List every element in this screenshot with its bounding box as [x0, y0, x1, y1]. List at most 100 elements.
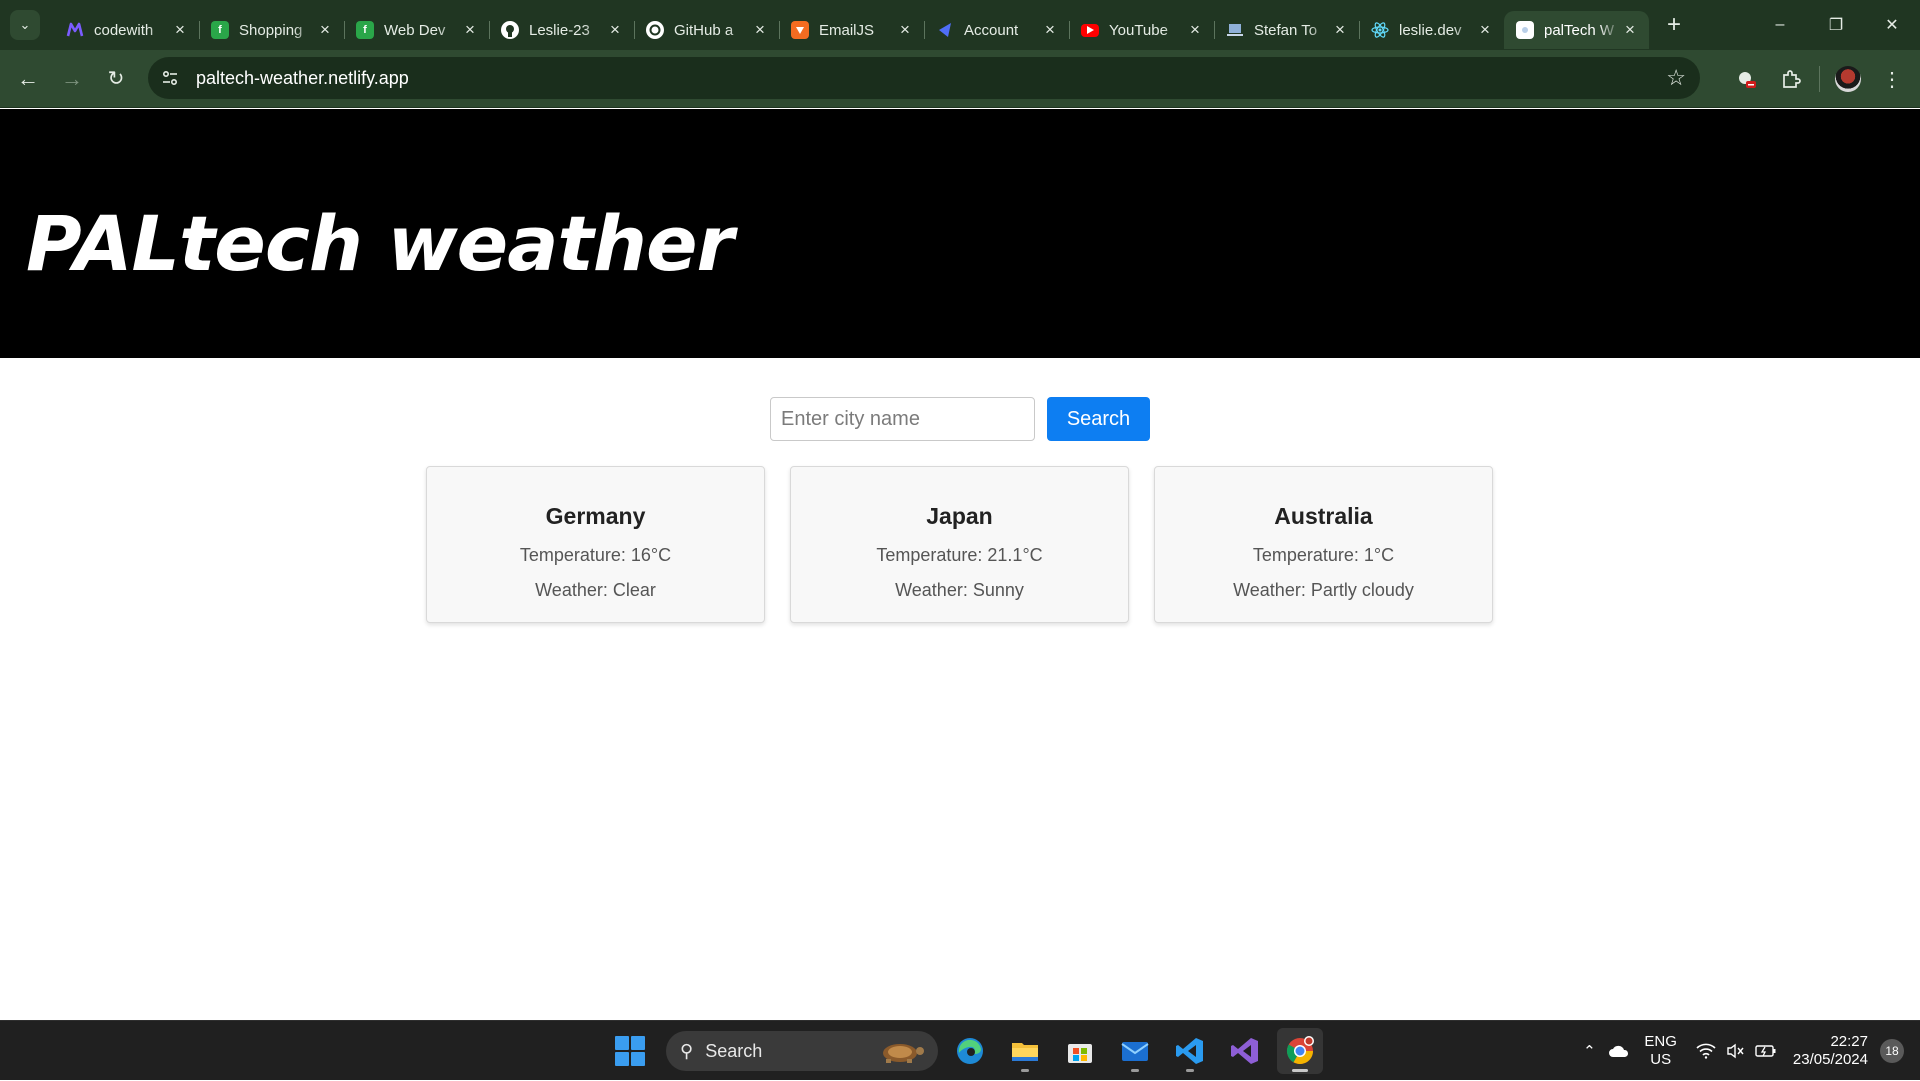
url-text[interactable]: paltech-weather.netlify.app	[196, 68, 409, 89]
volume-button[interactable]	[1721, 1036, 1751, 1066]
browser-tab[interactable]: f Shopping ×	[199, 11, 344, 49]
close-icon[interactable]: ×	[1621, 20, 1639, 39]
browser-tab[interactable]: leslie.dev ×	[1359, 11, 1504, 49]
taskbar-search-box[interactable]: ⚲ Search	[666, 1031, 938, 1071]
vscode-icon	[1176, 1038, 1203, 1064]
taskbar-app-vscode[interactable]	[1167, 1028, 1213, 1074]
browser-tab[interactable]: YouTube ×	[1069, 11, 1214, 49]
running-indicator	[1186, 1069, 1194, 1072]
file-explorer-icon	[1012, 1043, 1038, 1061]
card-weather: Weather: Partly cloudy	[1233, 580, 1414, 600]
taskbar-app-file-explorer[interactable]	[1002, 1028, 1048, 1074]
emailjs-icon	[791, 21, 809, 39]
taskbar-app-mail[interactable]	[1112, 1028, 1158, 1074]
browser-tab[interactable]: f Web Dev ×	[344, 11, 489, 49]
close-window-button[interactable]: ✕	[1864, 0, 1920, 50]
close-icon[interactable]: ×	[1476, 20, 1494, 39]
clock-date: 23/05/2024	[1792, 1051, 1868, 1068]
close-icon[interactable]: ×	[1186, 20, 1204, 39]
chevron-up-icon: ⌃	[1583, 1043, 1596, 1060]
taskbar-app-store[interactable]	[1057, 1028, 1103, 1074]
back-button[interactable]: ←	[8, 59, 48, 99]
wifi-button[interactable]	[1691, 1036, 1721, 1066]
tab-title: GitHub a	[674, 21, 734, 39]
reload-icon: ↻	[107, 68, 125, 90]
chrome-menu-button[interactable]: ⋮	[1870, 57, 1914, 101]
minimize-button[interactable]: –	[1752, 0, 1808, 50]
windows-logo-icon	[631, 1052, 645, 1066]
search-icon: ⚲	[680, 1040, 694, 1061]
reload-button[interactable]: ↻	[96, 59, 136, 99]
close-icon[interactable]: ×	[751, 20, 769, 39]
language-indicator[interactable]: ENG US	[1644, 1033, 1677, 1069]
browser-tab-active[interactable]: palTech W ×	[1504, 11, 1649, 49]
card-country: Japan	[926, 503, 993, 529]
browser-tab[interactable]: Leslie-23 ×	[489, 11, 634, 49]
browser-tab[interactable]: Stefan To ×	[1214, 11, 1359, 49]
address-bar[interactable]: paltech-weather.netlify.app ☆	[148, 57, 1700, 99]
vercel-account-icon	[936, 21, 954, 39]
close-icon[interactable]: ×	[461, 20, 479, 39]
restore-icon: ❐	[1828, 17, 1844, 34]
bookmark-star-icon[interactable]: ☆	[1666, 65, 1686, 91]
show-hidden-icons-button[interactable]: ⌃	[1574, 1036, 1604, 1066]
plus-icon: +	[1666, 11, 1681, 38]
restore-button[interactable]: ❐	[1808, 0, 1864, 50]
toolbar-separator	[1819, 66, 1820, 92]
close-icon[interactable]: ×	[606, 20, 624, 39]
close-icon[interactable]: ×	[316, 20, 334, 39]
extensions-button[interactable]	[1769, 57, 1813, 101]
site-info-button[interactable]	[154, 62, 186, 94]
tab-title: Web Dev	[384, 21, 446, 39]
tab-title: EmailJS	[819, 21, 875, 39]
puzzle-icon	[1783, 70, 1801, 88]
github-icon	[501, 21, 519, 39]
volume-muted-icon	[1727, 1043, 1744, 1059]
edge-icon	[957, 1038, 983, 1064]
new-tab-button[interactable]: +	[1659, 10, 1689, 40]
wifi-icon	[1696, 1043, 1716, 1059]
taskbar-app-edge[interactable]	[947, 1028, 993, 1074]
extension-badge-button[interactable]	[1725, 57, 1769, 101]
language-code: ENG	[1644, 1033, 1677, 1050]
extension-badge-icon	[1739, 72, 1756, 88]
tab-title: Shopping	[239, 21, 303, 39]
page-content: PALtech weather Search Germany Temperatu…	[0, 109, 1920, 1020]
profile-button[interactable]	[1826, 57, 1870, 101]
youtube-icon	[1081, 23, 1099, 37]
city-search-input[interactable]	[770, 397, 1035, 441]
card-country: Germany	[545, 503, 646, 529]
mail-icon	[1121, 1042, 1149, 1061]
battery-button[interactable]	[1751, 1036, 1781, 1066]
close-icon[interactable]: ×	[1331, 20, 1349, 39]
browser-tab[interactable]: GitHub a ×	[634, 11, 779, 49]
page-title: PALtech weather	[26, 199, 734, 288]
browser-tab[interactable]: EmailJS ×	[779, 11, 924, 49]
browser-tab[interactable]: codewith ×	[54, 11, 199, 49]
tab-title: Leslie-23	[529, 21, 590, 39]
weather-cards: Germany Temperature: 16°C Weather: Clear…	[426, 466, 1493, 623]
visual-studio-icon	[1231, 1038, 1258, 1064]
laptop-icon	[1226, 21, 1244, 39]
close-icon[interactable]: ×	[171, 20, 189, 39]
page-icon	[1516, 21, 1534, 39]
close-icon[interactable]: ×	[896, 20, 914, 39]
close-icon[interactable]: ×	[1041, 20, 1059, 39]
taskbar-app-visual-studio[interactable]	[1222, 1028, 1268, 1074]
windows-start-button[interactable]	[610, 1031, 650, 1071]
hero-header: PALtech weather	[0, 109, 1920, 358]
notification-count-badge[interactable]: 18	[1880, 1039, 1904, 1063]
onedrive-button[interactable]	[1604, 1036, 1634, 1066]
taskbar-app-chrome[interactable]	[1277, 1028, 1323, 1074]
forward-button[interactable]: →	[52, 59, 92, 99]
clock[interactable]: 22:27 23/05/2024	[1793, 1033, 1868, 1069]
browser-toolbar: ← → ↻ paltech-weather.netlify.app ☆ ⋮	[0, 50, 1920, 108]
clock-time: 22:27	[1830, 1033, 1868, 1050]
tab-search-button[interactable]: ⌄	[10, 10, 40, 40]
battery-charging-icon	[1755, 1045, 1776, 1057]
tab-title: palTech W	[1544, 21, 1615, 39]
freecodecamp-icon: f	[211, 21, 229, 39]
codewithmosh-icon	[66, 21, 84, 39]
browser-tab[interactable]: Account ×	[924, 11, 1069, 49]
search-button[interactable]: Search	[1047, 397, 1150, 441]
